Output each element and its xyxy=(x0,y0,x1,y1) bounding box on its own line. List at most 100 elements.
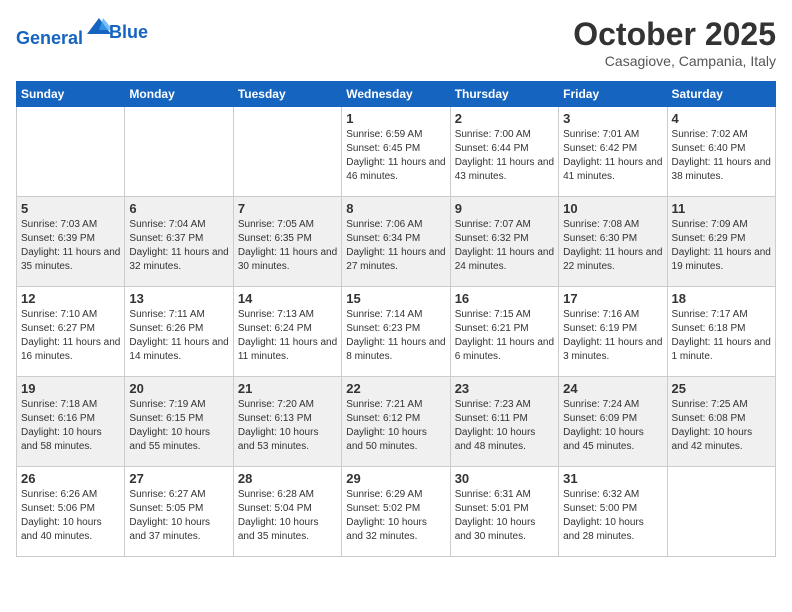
calendar-cell: 22 Sunrise: 7:21 AM Sunset: 6:12 PM Dayli… xyxy=(342,377,450,467)
day-info: Sunrise: 7:11 AM Sunset: 6:26 PM Dayligh… xyxy=(129,308,228,364)
day-info: Sunrise: 7:19 AM Sunset: 6:15 PM Dayligh… xyxy=(129,398,228,454)
calendar-cell xyxy=(233,107,341,197)
calendar-cell: 2 Sunrise: 7:00 AM Sunset: 6:44 PM Daylig… xyxy=(450,107,558,197)
day-info: Sunrise: 6:28 AM Sunset: 5:04 PM Dayligh… xyxy=(238,488,337,544)
day-number: 3 xyxy=(563,111,662,126)
day-number: 20 xyxy=(129,381,228,396)
day-number: 7 xyxy=(238,201,337,216)
day-info: Sunrise: 6:26 AM Sunset: 5:06 PM Dayligh… xyxy=(21,488,120,544)
calendar-cell: 15Sunrise: 7:14 AM Sunset: 6:23 PM Dayli… xyxy=(342,287,450,377)
calendar-cell: 26 Sunrise: 6:26 AM Sunset: 5:06 PM Dayli… xyxy=(17,467,125,557)
day-info: Sunrise: 7:10 AM Sunset: 6:27 PM Dayligh… xyxy=(21,308,120,364)
day-number: 13 xyxy=(129,291,228,306)
day-number: 1 xyxy=(346,111,445,126)
day-number: 10 xyxy=(563,201,662,216)
day-info: Sunrise: 7:20 AM Sunset: 6:13 PM Dayligh… xyxy=(238,398,337,454)
month-title: October 2025 xyxy=(573,16,776,53)
day-number: 14 xyxy=(238,291,337,306)
calendar-week-row: 26 Sunrise: 6:26 AM Sunset: 5:06 PM Dayli… xyxy=(17,467,776,557)
weekday-tuesday: Tuesday xyxy=(233,82,341,107)
day-info: Sunrise: 7:24 AM Sunset: 6:09 PM Dayligh… xyxy=(563,398,662,454)
calendar-cell: 20 Sunrise: 7:19 AM Sunset: 6:15 PM Dayli… xyxy=(125,377,233,467)
day-number: 4 xyxy=(672,111,771,126)
calendar-cell: 21 Sunrise: 7:20 AM Sunset: 6:13 PM Dayli… xyxy=(233,377,341,467)
calendar-cell: 7 Sunrise: 7:05 AM Sunset: 6:35 PM Daylig… xyxy=(233,197,341,287)
day-info: Sunrise: 7:05 AM Sunset: 6:35 PM Dayligh… xyxy=(238,218,337,274)
day-info: Sunrise: 7:14 AM Sunset: 6:23 PM Dayligh… xyxy=(346,308,445,364)
day-info: Sunrise: 7:25 AM Sunset: 6:08 PM Dayligh… xyxy=(672,398,771,454)
day-info: Sunrise: 6:31 AM Sunset: 5:01 PM Dayligh… xyxy=(455,488,554,544)
day-number: 21 xyxy=(238,381,337,396)
calendar-cell: 27 Sunrise: 6:27 AM Sunset: 5:05 PM Dayli… xyxy=(125,467,233,557)
day-info: Sunrise: 7:04 AM Sunset: 6:37 PM Dayligh… xyxy=(129,218,228,274)
calendar-cell: 25 Sunrise: 7:25 AM Sunset: 6:08 PM Dayli… xyxy=(667,377,775,467)
calendar-cell: 13 Sunrise: 7:11 AM Sunset: 6:26 PM Dayli… xyxy=(125,287,233,377)
weekday-friday: Friday xyxy=(559,82,667,107)
weekday-header-row: SundayMondayTuesdayWednesdayThursdayFrid… xyxy=(17,82,776,107)
day-number: 17 xyxy=(563,291,662,306)
day-number: 22 xyxy=(346,381,445,396)
day-number: 31 xyxy=(563,471,662,486)
day-number: 11 xyxy=(672,201,771,216)
calendar-cell: 23Sunrise: 7:23 AM Sunset: 6:11 PM Dayli… xyxy=(450,377,558,467)
day-number: 2 xyxy=(455,111,554,126)
calendar-cell xyxy=(125,107,233,197)
calendar-cell: 31 Sunrise: 6:32 AM Sunset: 5:00 PM Dayli… xyxy=(559,467,667,557)
day-number: 27 xyxy=(129,471,228,486)
day-number: 9 xyxy=(455,201,554,216)
day-info: Sunrise: 7:03 AM Sunset: 6:39 PM Dayligh… xyxy=(21,218,120,274)
calendar-cell: 11 Sunrise: 7:09 AM Sunset: 6:29 PM Dayli… xyxy=(667,197,775,287)
day-number: 19 xyxy=(21,381,120,396)
day-number: 12 xyxy=(21,291,120,306)
calendar-cell: 1 Sunrise: 6:59 AM Sunset: 6:45 PM Daylig… xyxy=(342,107,450,197)
calendar-cell: 29Sunrise: 6:29 AM Sunset: 5:02 PM Dayli… xyxy=(342,467,450,557)
day-info: Sunrise: 6:59 AM Sunset: 6:45 PM Dayligh… xyxy=(346,128,445,184)
day-info: Sunrise: 7:09 AM Sunset: 6:29 PM Dayligh… xyxy=(672,218,771,274)
day-number: 5 xyxy=(21,201,120,216)
day-number: 26 xyxy=(21,471,120,486)
day-info: Sunrise: 7:06 AM Sunset: 6:34 PM Dayligh… xyxy=(346,218,445,274)
calendar-week-row: 19 Sunrise: 7:18 AM Sunset: 6:16 PM Dayli… xyxy=(17,377,776,467)
day-info: Sunrise: 7:15 AM Sunset: 6:21 PM Dayligh… xyxy=(455,308,554,364)
calendar-cell: 19 Sunrise: 7:18 AM Sunset: 6:16 PM Dayli… xyxy=(17,377,125,467)
weekday-saturday: Saturday xyxy=(667,82,775,107)
logo: General Blue xyxy=(16,16,148,49)
calendar-week-row: 5 Sunrise: 7:03 AM Sunset: 6:39 PM Daylig… xyxy=(17,197,776,287)
day-info: Sunrise: 7:13 AM Sunset: 6:24 PM Dayligh… xyxy=(238,308,337,364)
calendar-cell: 8Sunrise: 7:06 AM Sunset: 6:34 PM Daylig… xyxy=(342,197,450,287)
day-number: 6 xyxy=(129,201,228,216)
page-header: General Blue October 2025 Casagiove, Cam… xyxy=(16,16,776,69)
title-area: October 2025 Casagiove, Campania, Italy xyxy=(573,16,776,69)
day-number: 23 xyxy=(455,381,554,396)
calendar-header: SundayMondayTuesdayWednesdayThursdayFrid… xyxy=(17,82,776,107)
day-number: 29 xyxy=(346,471,445,486)
calendar-cell: 4 Sunrise: 7:02 AM Sunset: 6:40 PM Daylig… xyxy=(667,107,775,197)
day-info: Sunrise: 6:27 AM Sunset: 5:05 PM Dayligh… xyxy=(129,488,228,544)
calendar-cell: 6 Sunrise: 7:04 AM Sunset: 6:37 PM Daylig… xyxy=(125,197,233,287)
day-number: 25 xyxy=(672,381,771,396)
day-number: 16 xyxy=(455,291,554,306)
calendar-body: 1 Sunrise: 6:59 AM Sunset: 6:45 PM Daylig… xyxy=(17,107,776,557)
calendar-week-row: 12 Sunrise: 7:10 AM Sunset: 6:27 PM Dayli… xyxy=(17,287,776,377)
calendar-cell: 30Sunrise: 6:31 AM Sunset: 5:01 PM Dayli… xyxy=(450,467,558,557)
day-info: Sunrise: 7:17 AM Sunset: 6:18 PM Dayligh… xyxy=(672,308,771,364)
calendar-week-row: 1 Sunrise: 6:59 AM Sunset: 6:45 PM Daylig… xyxy=(17,107,776,197)
day-info: Sunrise: 7:00 AM Sunset: 6:44 PM Dayligh… xyxy=(455,128,554,184)
day-info: Sunrise: 7:02 AM Sunset: 6:40 PM Dayligh… xyxy=(672,128,771,184)
calendar-cell: 28Sunrise: 6:28 AM Sunset: 5:04 PM Dayli… xyxy=(233,467,341,557)
logo-text: General xyxy=(16,16,113,49)
day-info: Sunrise: 7:21 AM Sunset: 6:12 PM Dayligh… xyxy=(346,398,445,454)
day-number: 24 xyxy=(563,381,662,396)
day-info: Sunrise: 7:18 AM Sunset: 6:16 PM Dayligh… xyxy=(21,398,120,454)
calendar-cell: 9Sunrise: 7:07 AM Sunset: 6:32 PM Daylig… xyxy=(450,197,558,287)
calendar-table: SundayMondayTuesdayWednesdayThursdayFrid… xyxy=(16,81,776,557)
calendar-cell xyxy=(17,107,125,197)
day-info: Sunrise: 7:16 AM Sunset: 6:19 PM Dayligh… xyxy=(563,308,662,364)
weekday-thursday: Thursday xyxy=(450,82,558,107)
calendar-cell: 12 Sunrise: 7:10 AM Sunset: 6:27 PM Dayli… xyxy=(17,287,125,377)
day-info: Sunrise: 7:08 AM Sunset: 6:30 PM Dayligh… xyxy=(563,218,662,274)
calendar-cell: 14 Sunrise: 7:13 AM Sunset: 6:24 PM Dayli… xyxy=(233,287,341,377)
calendar-cell: 5 Sunrise: 7:03 AM Sunset: 6:39 PM Daylig… xyxy=(17,197,125,287)
day-info: Sunrise: 6:32 AM Sunset: 5:00 PM Dayligh… xyxy=(563,488,662,544)
calendar-cell: 10 Sunrise: 7:08 AM Sunset: 6:30 PM Dayli… xyxy=(559,197,667,287)
